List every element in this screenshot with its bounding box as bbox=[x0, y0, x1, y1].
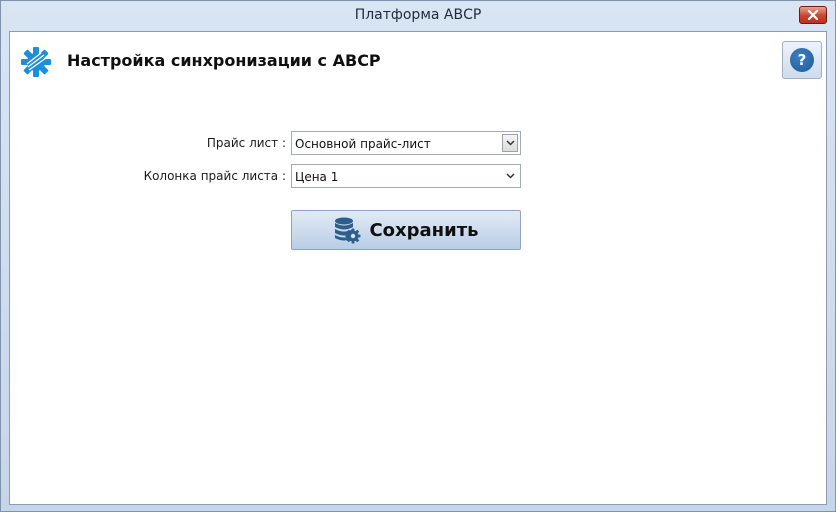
save-button[interactable]: Сохранить bbox=[291, 210, 521, 250]
chevron-down-icon[interactable] bbox=[502, 167, 518, 185]
close-button[interactable] bbox=[799, 6, 827, 24]
price-list-label: Прайс лист : bbox=[206, 136, 286, 150]
save-button-label: Сохранить bbox=[369, 219, 479, 241]
database-settings-icon bbox=[335, 217, 361, 244]
price-column-value: Цена 1 bbox=[295, 170, 339, 184]
price-list-select[interactable]: Основной прайс-лист bbox=[291, 131, 521, 155]
gear-logo-icon bbox=[21, 47, 51, 77]
price-column-select[interactable]: Цена 1 bbox=[291, 164, 521, 188]
help-button[interactable]: ? bbox=[782, 41, 822, 79]
title-bar[interactable]: Платформа АВСР bbox=[1, 1, 835, 31]
content-area: Настройка синхронизации с АВСР ? Прайс л… bbox=[9, 31, 827, 505]
question-icon: ? bbox=[790, 48, 814, 72]
page-title: Настройка синхронизации с АВСР bbox=[67, 51, 381, 70]
window-title: Платформа АВСР bbox=[354, 7, 482, 23]
close-icon bbox=[807, 10, 819, 20]
app-window: Платформа АВСР Настройка синхронизации с… bbox=[0, 0, 836, 512]
chevron-down-icon[interactable] bbox=[502, 134, 518, 152]
price-column-label: Колонка прайс листа : bbox=[143, 169, 286, 183]
price-list-value: Основной прайс-лист bbox=[295, 137, 431, 151]
